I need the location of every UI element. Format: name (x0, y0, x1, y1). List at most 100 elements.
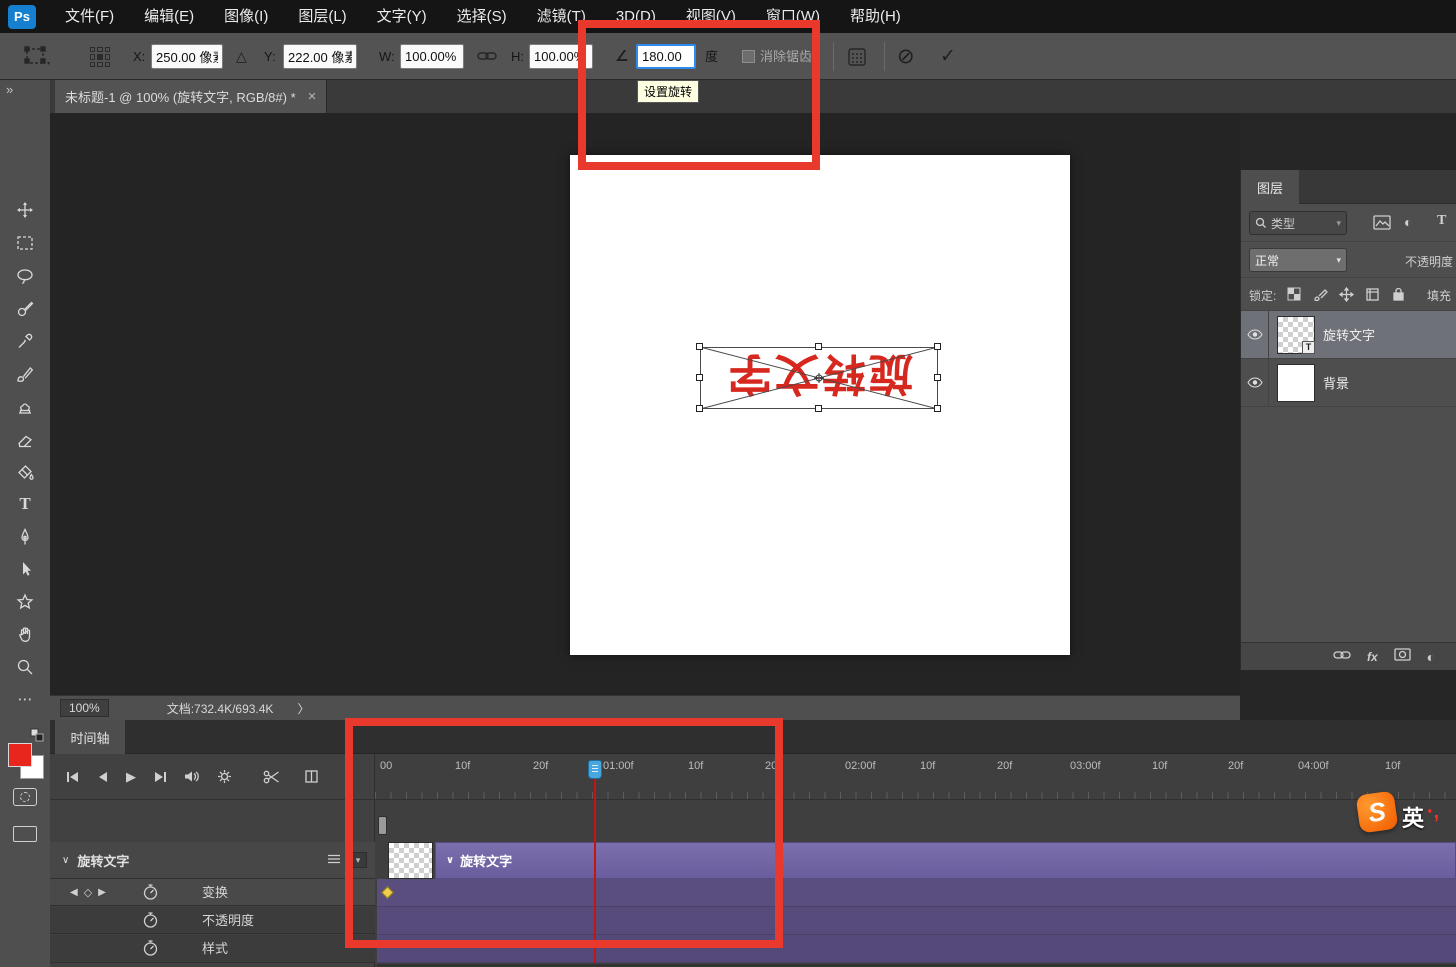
track-expand-icon[interactable]: ∨ (62, 855, 69, 866)
property-row-transform[interactable]: ◀ ◇ ▶ 变换 (50, 879, 375, 906)
track-expand-icon[interactable]: ∨ (446, 855, 454, 866)
close-tab-icon[interactable]: × (308, 88, 317, 105)
antialias-checkbox[interactable] (742, 50, 755, 63)
property-row-opacity[interactable]: 不透明度 (50, 907, 375, 934)
menu-edit[interactable]: 编辑(E) (129, 0, 209, 33)
menu-type[interactable]: 文字(Y) (362, 0, 442, 33)
play-button[interactable]: ▶ (126, 769, 136, 785)
zoom-level-field[interactable]: 100% (60, 699, 109, 717)
document-tab[interactable]: 未标题-1 @ 100% (旋转文字, RGB/8#) * × (55, 80, 328, 113)
layer-name[interactable]: 旋转文字 (1323, 325, 1375, 344)
filter-adjustment-layers-icon[interactable]: ◐ (1404, 214, 1412, 230)
menu-help[interactable]: 帮助(H) (835, 0, 916, 33)
playhead-marker[interactable] (588, 760, 602, 779)
previous-frame-button[interactable] (97, 771, 109, 783)
opacity-track[interactable] (377, 907, 1456, 935)
ime-indicator[interactable]: S 英 ·, (1355, 790, 1439, 834)
collapse-panel-icon[interactable]: » (6, 82, 13, 97)
tab-timeline[interactable]: 时间轴 (55, 720, 125, 754)
menu-window[interactable]: 窗口(W) (751, 0, 835, 33)
add-layer-mask-icon[interactable] (1394, 647, 1411, 666)
relative-positioning-icon[interactable]: △ (236, 33, 247, 80)
path-selection-tool[interactable] (15, 559, 35, 579)
next-frame-button[interactable] (153, 771, 167, 783)
filter-type-layers-icon[interactable]: T (1437, 213, 1446, 229)
move-tool[interactable] (15, 200, 35, 220)
reference-point-locator[interactable] (88, 45, 112, 69)
split-at-playhead-icon[interactable] (263, 770, 280, 784)
custom-shape-tool[interactable] (15, 592, 35, 612)
property-row-style[interactable]: 样式 (50, 935, 375, 963)
foreground-color-swatch[interactable] (8, 743, 32, 767)
lock-artboard-icon[interactable] (1365, 287, 1380, 307)
default-colors-icon[interactable] (30, 728, 44, 742)
link-dimensions-icon[interactable] (477, 49, 497, 68)
lock-all-icon[interactable] (1391, 286, 1406, 307)
menu-select[interactable]: 选择(S) (442, 0, 522, 33)
menu-view[interactable]: 视图(V) (671, 0, 751, 33)
layer-thumbnail[interactable] (1277, 363, 1315, 402)
layer-visibility-icon[interactable] (1241, 359, 1269, 406)
stopwatch-icon[interactable] (142, 911, 159, 932)
transform-handle[interactable] (934, 374, 941, 381)
link-layers-icon[interactable] (1333, 648, 1351, 666)
layer-row-text[interactable]: T 旋转文字 (1241, 311, 1456, 359)
rotation-input[interactable] (636, 44, 696, 69)
marquee-tool[interactable] (15, 233, 35, 253)
height-input[interactable] (529, 44, 593, 69)
tab-layers[interactable]: 图层 (1241, 170, 1299, 204)
menu-image[interactable]: 图像(I) (209, 0, 283, 33)
timeline-settings-icon[interactable] (217, 769, 232, 784)
timeline-ruler[interactable]: 00 10f 20f 01:00f 10f 20f 02:00f 10f 20f… (375, 754, 1456, 800)
style-track[interactable] (377, 935, 1456, 963)
stopwatch-icon[interactable] (142, 883, 159, 904)
layer-styles-icon[interactable]: fx (1367, 650, 1378, 664)
menu-filter[interactable]: 滤镜(T) (522, 0, 601, 33)
add-keyframe-icon[interactable]: ◇ (84, 886, 92, 899)
keyframe-diamond[interactable] (381, 886, 394, 899)
transform-handle[interactable] (934, 405, 941, 412)
layer-row-background[interactable]: 背景 (1241, 359, 1456, 407)
zoom-tool[interactable] (15, 657, 35, 677)
new-adjustment-layer-icon[interactable]: ◐ (1427, 649, 1435, 665)
transform-handle[interactable] (934, 343, 941, 350)
x-position-input[interactable] (151, 44, 223, 69)
quick-mask-icon[interactable] (13, 788, 37, 806)
track-menu-icon[interactable] (327, 853, 341, 868)
eraser-tool[interactable] (15, 429, 35, 449)
pen-tool[interactable] (15, 527, 35, 547)
menu-file[interactable]: 文件(F) (50, 0, 129, 33)
status-chevron-icon[interactable]: 〉 (297, 700, 309, 717)
transform-handle[interactable] (815, 405, 822, 412)
more-tools-icon[interactable]: ⋯ (15, 690, 35, 710)
transform-handle[interactable] (696, 374, 703, 381)
layer-name[interactable]: 背景 (1323, 373, 1349, 392)
track-options-dropdown[interactable]: ▾ (349, 852, 367, 868)
previous-keyframe-icon[interactable]: ◀ (70, 887, 78, 898)
cancel-transform-button[interactable]: ⊘ (897, 33, 915, 80)
clone-stamp-tool[interactable] (15, 396, 35, 416)
brush-tool[interactable] (15, 364, 35, 384)
video-track-bar[interactable]: ∨ 旋转文字 (435, 842, 1456, 879)
menu-3d[interactable]: 3D(D) (601, 0, 671, 33)
menu-layer[interactable]: 图层(L) (283, 0, 361, 33)
mute-audio-button[interactable] (184, 770, 200, 783)
transform-bounding-box[interactable]: 旋转文字 (696, 343, 941, 412)
next-keyframe-icon[interactable]: ▶ (98, 887, 106, 898)
ime-mode-label[interactable]: 英 (1402, 801, 1424, 833)
transform-tool-icon[interactable] (24, 46, 50, 73)
width-input[interactable] (400, 44, 464, 69)
layer-thumbnail[interactable]: T (1277, 315, 1315, 354)
transform-track[interactable] (377, 879, 1456, 907)
layer-filter-combo[interactable]: 类型 ▾ (1249, 211, 1347, 235)
type-tool[interactable]: T (15, 494, 35, 514)
lock-transparency-icon[interactable] (1287, 287, 1302, 307)
clip-mode-icon[interactable] (305, 770, 318, 783)
screen-mode-icon[interactable] (13, 826, 37, 842)
lock-paint-icon[interactable] (1313, 287, 1328, 307)
eyedropper-tool[interactable] (15, 331, 35, 351)
paint-bucket-tool[interactable] (15, 462, 35, 482)
first-frame-button[interactable] (66, 771, 80, 783)
transform-handle[interactable] (696, 343, 703, 350)
clip-thumbnail[interactable] (388, 842, 433, 879)
